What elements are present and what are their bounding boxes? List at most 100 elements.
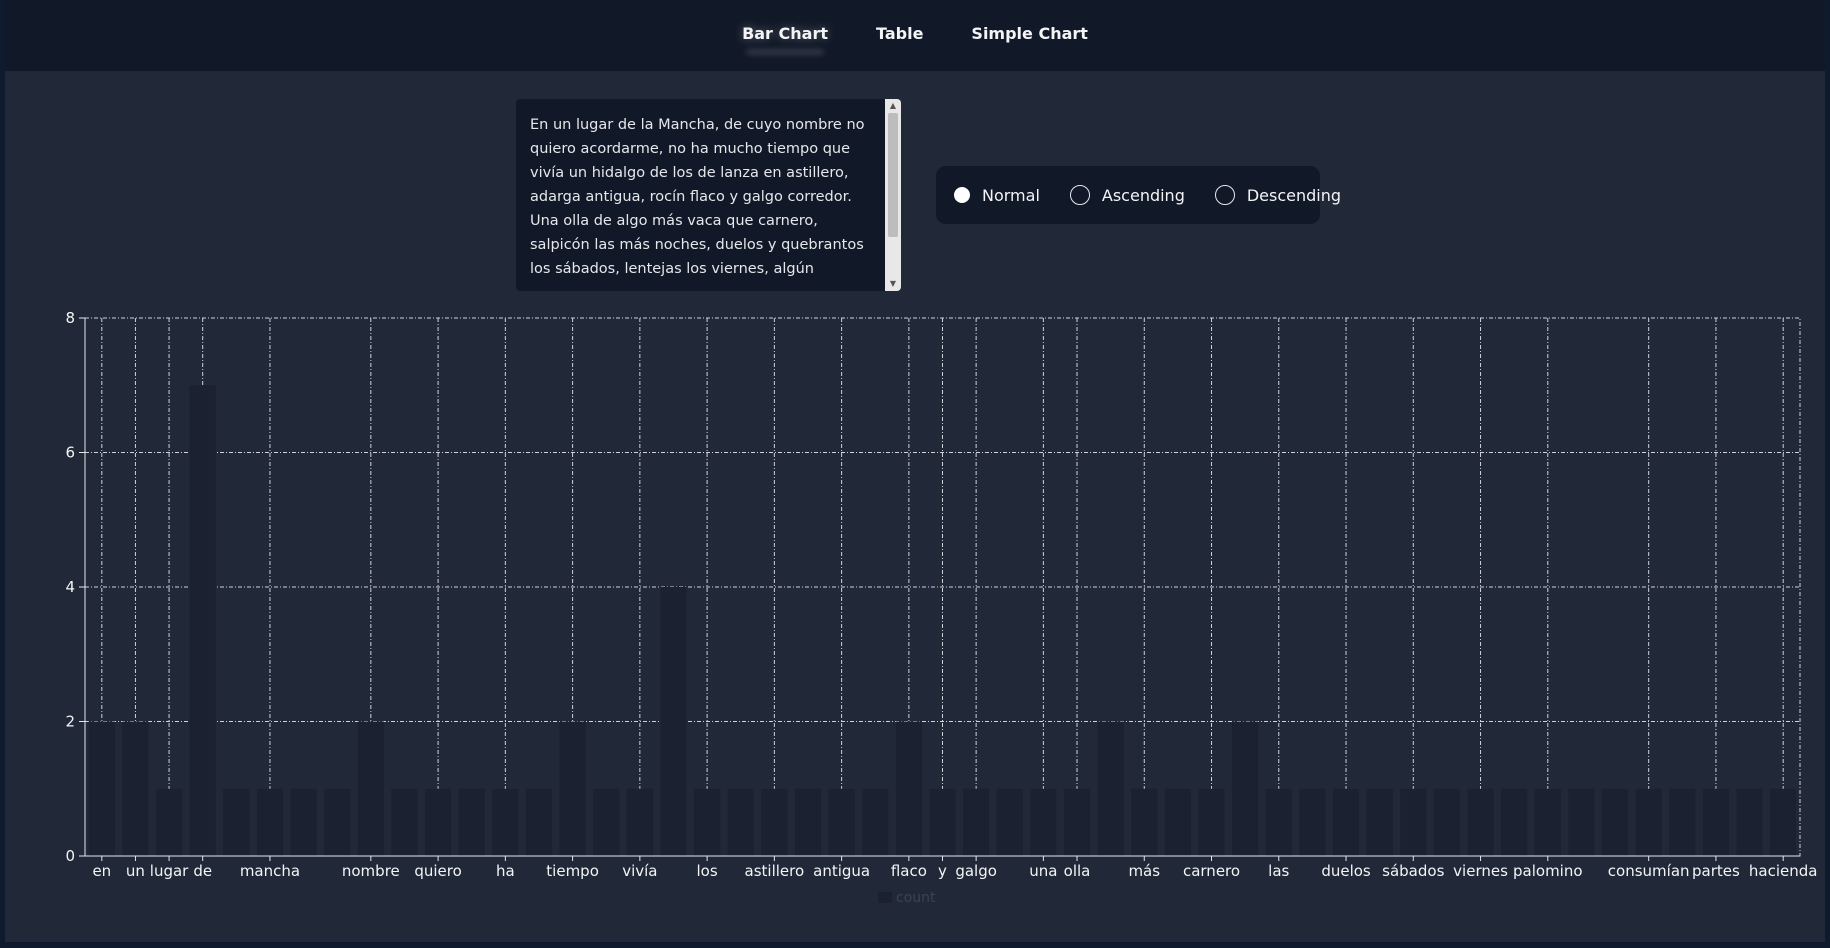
bar-lugar — [155, 788, 183, 856]
x-tick-label: un — [126, 862, 145, 880]
bar-flaco — [895, 721, 922, 856]
y-tick-label: 2 — [65, 713, 75, 731]
x-tick-label: mancha — [240, 862, 300, 880]
bar-carnero — [1198, 788, 1225, 856]
bar-adarga — [794, 788, 822, 856]
bar-astillero — [761, 788, 788, 856]
x-tick-label: en — [92, 862, 111, 880]
x-tick-label: una — [1029, 862, 1057, 880]
bar-palomino — [1534, 788, 1561, 856]
bar-quebrantos — [1366, 788, 1393, 856]
y-tick-label: 8 — [65, 309, 75, 327]
tab-bar-chart[interactable]: Bar Chart — [742, 20, 828, 47]
bar-quiero — [424, 788, 452, 856]
bar-hidalgo — [660, 587, 687, 856]
tab-table[interactable]: Table — [876, 20, 923, 47]
bar-consumían — [1635, 788, 1662, 856]
sort-options: Normal Ascending Descending — [936, 166, 1341, 224]
bar-galgo — [963, 788, 990, 856]
bar-más — [1131, 788, 1158, 856]
x-tick-label: consumían — [1608, 862, 1690, 880]
radio-descending[interactable] — [1214, 185, 1235, 205]
sort-option-normal[interactable]: Normal — [954, 186, 1040, 205]
x-tick-label: astillero — [745, 862, 805, 880]
bar-corredor — [996, 788, 1023, 856]
bar-tres — [1669, 788, 1696, 856]
x-tick-label: partes — [1692, 862, 1740, 880]
bar-su — [1736, 788, 1763, 856]
bar-hacienda — [1770, 788, 1797, 856]
x-tick-label: quiero — [414, 862, 461, 880]
x-tick-label: sábados — [1382, 862, 1444, 880]
bar-partes — [1702, 788, 1730, 856]
bar-mancha — [256, 788, 284, 856]
bar-la — [223, 788, 250, 856]
x-tick-label: carnero — [1183, 862, 1240, 880]
bar-y — [929, 788, 956, 856]
bar-viernes — [1467, 788, 1494, 856]
x-tick-label: duelos — [1321, 862, 1371, 880]
text-input[interactable]: En un lugar de la Mancha, de cuyo nombre… — [516, 99, 885, 291]
bar-un — [122, 721, 149, 856]
bar-nombre — [357, 721, 384, 856]
bar-añadidura — [1568, 788, 1595, 856]
x-tick-label: tiempo — [546, 862, 599, 880]
x-tick-label: ha — [496, 862, 515, 880]
legend-swatch — [878, 892, 892, 903]
x-tick-label: los — [697, 862, 718, 880]
bar-chart: 0 2 4 6 8 en un lugar de mancha nombre quiero ha tiem… — [65, 309, 1818, 906]
bar-algo — [1097, 721, 1124, 856]
bar-ha — [492, 788, 519, 856]
text-input-scrollbar[interactable]: ▲ ▼ — [885, 99, 901, 291]
bar-vivía — [626, 788, 653, 856]
bar-en — [88, 721, 115, 856]
bar-de — [189, 385, 216, 856]
y-tick-label: 0 — [65, 847, 75, 865]
scroll-up-arrow-icon[interactable]: ▲ — [885, 99, 901, 113]
x-tick-label: flaco — [891, 862, 927, 880]
scroll-thumb[interactable] — [888, 113, 898, 237]
x-tick-label: hacienda — [1749, 862, 1818, 880]
chart-grid — [84, 317, 1801, 857]
text-input-container: En un lugar de la Mancha, de cuyo nombre… — [516, 99, 901, 291]
bar-olla — [1063, 788, 1091, 856]
bar-cuyo — [324, 788, 351, 856]
x-tick-label: palomino — [1513, 862, 1583, 880]
radio-normal[interactable] — [954, 187, 970, 203]
bar-los — [693, 788, 721, 856]
x-tick-label: y — [938, 862, 947, 880]
bar-una — [1030, 788, 1057, 856]
bar-noches — [1299, 788, 1326, 856]
sort-option-descending[interactable]: Descending — [1214, 185, 1342, 205]
radio-ascending[interactable] — [1069, 185, 1090, 205]
bar-las — [1265, 788, 1292, 856]
bar-rocín — [862, 788, 889, 856]
bar-antigua — [828, 788, 855, 856]
bar-que — [593, 788, 620, 856]
tab-simple-chart[interactable]: Simple Chart — [971, 20, 1088, 47]
x-tick-label: lugar — [150, 862, 189, 880]
x-tick-label: olla — [1064, 862, 1091, 880]
x-tick-label: vivía — [622, 862, 657, 880]
scroll-down-arrow-icon[interactable]: ▼ — [885, 277, 901, 291]
bar-algún — [1501, 788, 1528, 856]
sort-option-label: Normal — [982, 185, 1040, 205]
y-tick-label: 4 — [65, 578, 75, 596]
bar-duelos — [1332, 788, 1360, 856]
x-tick-label: galgo — [955, 862, 997, 880]
bar-vaca — [1164, 788, 1192, 856]
sort-option-label: Descending — [1246, 185, 1342, 205]
bar-salpicón — [1232, 721, 1259, 856]
bar-mucho — [525, 788, 553, 856]
bar-de — [290, 788, 317, 856]
bar-lentejas — [1433, 788, 1461, 856]
legend-label: count — [896, 890, 936, 906]
sort-option-label: Ascending — [1101, 185, 1185, 205]
chart-legend: count — [878, 890, 936, 906]
bar-sábados — [1400, 788, 1427, 856]
x-tick-label: antigua — [813, 862, 870, 880]
x-tick-label: viernes — [1453, 862, 1508, 880]
sort-option-ascending[interactable]: Ascending — [1069, 185, 1185, 205]
x-tick-label: más — [1128, 862, 1160, 880]
x-tick-label: nombre — [342, 862, 400, 880]
